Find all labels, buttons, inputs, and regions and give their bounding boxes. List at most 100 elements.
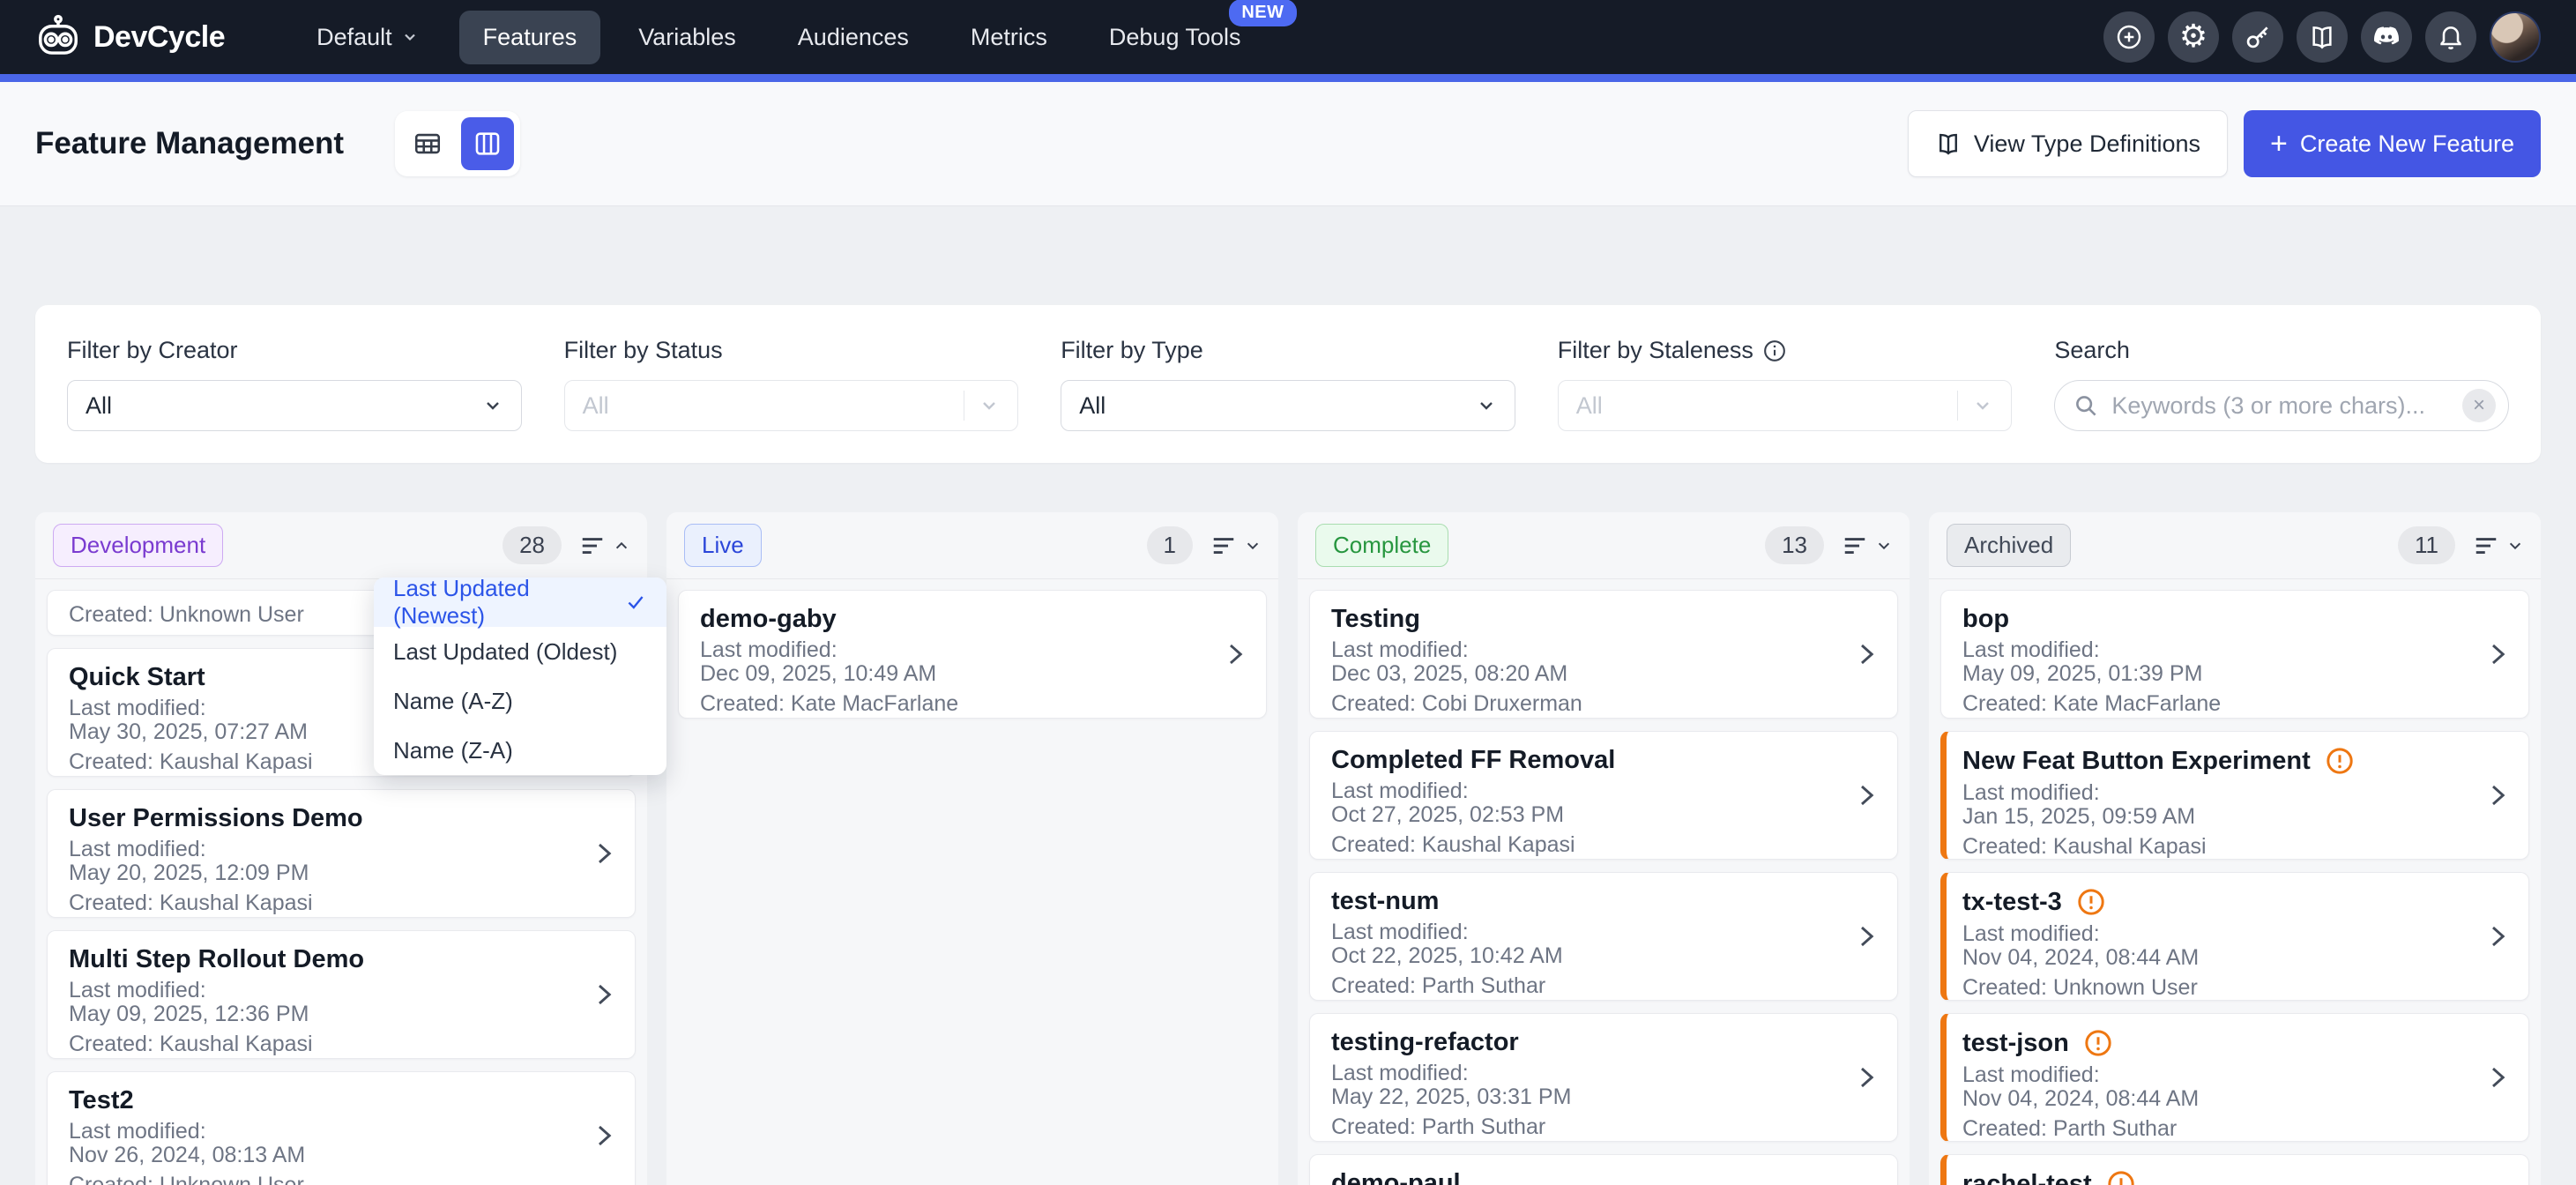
api-keys-button[interactable] — [2232, 11, 2283, 63]
feature-card[interactable]: test-num Last modified: Oct 22, 2025, 10… — [1309, 872, 1898, 1001]
filter-status-value: All — [583, 392, 964, 420]
last-modified-label: Last modified: — [1331, 638, 1876, 662]
last-modified-date: Nov 04, 2024, 08:44 AM — [1962, 1087, 2507, 1111]
last-modified-label: Last modified: — [1962, 922, 2507, 946]
feature-card[interactable]: demo-paul Last modified: — [1309, 1154, 1898, 1185]
accent-bar — [0, 74, 2576, 82]
last-modified-date: Dec 09, 2025, 10:49 AM — [700, 662, 1245, 686]
created-by: Created: Parth Suthar — [1962, 1117, 2507, 1141]
filter-creator-value: All — [86, 392, 482, 420]
feature-card[interactable]: Multi Step Rollout Demo Last modified: M… — [47, 930, 636, 1059]
last-modified-label: Last modified: — [69, 838, 614, 861]
menu-item-last-updated-newest[interactable]: Last Updated (Newest) — [374, 578, 666, 627]
sort-button[interactable] — [1210, 534, 1261, 557]
kanban-view-button[interactable] — [461, 117, 514, 170]
last-modified-date: May 22, 2025, 03:31 PM — [1331, 1085, 1876, 1109]
docs-button[interactable] — [2297, 11, 2348, 63]
add-button[interactable] — [2103, 11, 2155, 63]
feature-card[interactable]: testing-refactor Last modified: May 22, … — [1309, 1013, 1898, 1142]
key-icon — [2244, 23, 2272, 51]
nav-item-metrics[interactable]: Metrics — [947, 11, 1071, 64]
chevron-up-icon — [614, 540, 629, 552]
nav-links: Features Variables Audiences Metrics Deb… — [459, 11, 1265, 64]
feature-title: demo-gaby — [700, 605, 1245, 633]
brand-text: DevCycle — [93, 20, 225, 55]
stale-alert-icon — [2106, 1169, 2136, 1185]
notifications-button[interactable] — [2425, 11, 2476, 63]
created-by: Created: Kaushal Kapasi — [69, 891, 614, 915]
last-modified-label: Last modified: — [1962, 1063, 2507, 1087]
feature-card[interactable]: Test2 Last modified: Nov 26, 2024, 08:13… — [47, 1071, 636, 1185]
feature-card[interactable]: User Permissions Demo Last modified: May… — [47, 789, 636, 918]
chevron-down-icon — [401, 28, 419, 46]
menu-item-name-az[interactable]: Name (A-Z) — [374, 676, 666, 726]
search-input[interactable] — [2111, 392, 2450, 420]
filter-staleness-label-text: Filter by Staleness — [1558, 337, 1753, 364]
filter-type-select[interactable]: All — [1061, 380, 1515, 431]
feature-card[interactable]: demo-gaby Last modified: Dec 09, 2025, 1… — [678, 590, 1267, 719]
clear-search-button[interactable]: × — [2462, 389, 2496, 422]
feature-card[interactable]: tx-test-3 Last modified: Nov 04, 2024, 0… — [1940, 872, 2529, 1001]
status-badge: Development — [53, 524, 223, 567]
feature-card[interactable]: test-json Last modified: Nov 04, 2024, 0… — [1940, 1013, 2529, 1142]
filter-status-label: Filter by Status — [564, 337, 1019, 364]
menu-item-name-za[interactable]: Name (Z-A) — [374, 726, 666, 775]
chevron-down-icon — [1972, 395, 1993, 416]
nav-item-features[interactable]: Features — [459, 11, 601, 64]
created-by: Created: Parth Suthar — [1331, 1115, 1876, 1139]
stale-alert-icon — [2083, 1028, 2113, 1058]
select-divider — [1957, 391, 1958, 421]
avatar[interactable] — [2490, 11, 2541, 63]
last-modified-date: Oct 22, 2025, 10:42 AM — [1331, 944, 1876, 968]
filter-creator-select[interactable]: All — [67, 380, 522, 431]
nav-item-audiences[interactable]: Audiences — [774, 11, 933, 64]
feature-title: Test2 — [69, 1086, 614, 1114]
filter-panel: Filter by Creator All Filter by Status A… — [35, 305, 2541, 463]
view-toggle — [395, 111, 520, 176]
bell-icon — [2437, 23, 2465, 51]
count-badge: 11 — [2398, 526, 2455, 564]
create-new-feature-button[interactable]: + Create New Feature — [2244, 110, 2541, 177]
chevron-down-icon — [482, 395, 503, 416]
feature-card[interactable]: Testing Last modified: Dec 03, 2025, 08:… — [1309, 590, 1898, 719]
feature-title: User Permissions Demo — [69, 804, 614, 832]
filter-staleness-value: All — [1576, 392, 1958, 420]
discord-button[interactable] — [2361, 11, 2412, 63]
table-view-button[interactable] — [401, 117, 454, 170]
last-modified-date: Nov 04, 2024, 08:44 AM — [1962, 946, 2507, 970]
book-icon — [1935, 130, 1962, 157]
column-development-header: Development 28 — [35, 512, 647, 579]
nav-item-debug-tools[interactable]: Debug Tools NEW — [1085, 11, 1265, 64]
nav-item-variables[interactable]: Variables — [614, 11, 760, 64]
sort-button[interactable] — [2473, 534, 2523, 557]
filter-creator-label: Filter by Creator — [67, 337, 522, 364]
chevron-down-icon — [1876, 540, 1892, 552]
sort-button[interactable] — [579, 534, 629, 557]
chevron-right-icon — [592, 1122, 615, 1149]
created-by: Created: Unknown User — [1962, 976, 2507, 1000]
table-view-icon — [413, 129, 443, 159]
sort-button[interactable] — [1842, 534, 1892, 557]
project-switcher[interactable]: Default — [316, 24, 419, 51]
check-icon — [624, 591, 647, 614]
debug-tools-label: Debug Tools — [1109, 24, 1241, 50]
book-icon — [2308, 23, 2336, 51]
last-modified-label: Last modified: — [1331, 1062, 1876, 1085]
gear-icon: ⚙ — [2179, 21, 2207, 53]
info-icon[interactable] — [1762, 339, 1787, 363]
feature-title: Testing — [1331, 605, 1876, 633]
chevron-right-icon — [1224, 641, 1247, 667]
filter-type: Filter by Type All — [1061, 337, 1515, 431]
feature-card[interactable]: bop Last modified: May 09, 2025, 01:39 P… — [1940, 590, 2529, 719]
menu-item-last-updated-oldest[interactable]: Last Updated (Oldest) — [374, 627, 666, 676]
devcycle-logo[interactable]: DevCycle — [35, 14, 225, 60]
feature-card[interactable]: New Feat Button Experiment Last modified… — [1940, 731, 2529, 860]
view-type-definitions-button[interactable]: View Type Definitions — [1908, 110, 2228, 177]
settings-button[interactable]: ⚙ — [2168, 11, 2219, 63]
feature-card[interactable]: rachel-test Last modified: — [1940, 1154, 2529, 1185]
feature-card[interactable]: Completed FF Removal Last modified: Oct … — [1309, 731, 1898, 860]
feature-title: rachel-test — [1962, 1170, 2092, 1185]
last-modified-label: Last modified: — [69, 979, 614, 1002]
column-archived-header: Archived 11 — [1929, 512, 2541, 579]
sort-menu: Last Updated (Newest) Last Updated (Olde… — [374, 578, 666, 775]
